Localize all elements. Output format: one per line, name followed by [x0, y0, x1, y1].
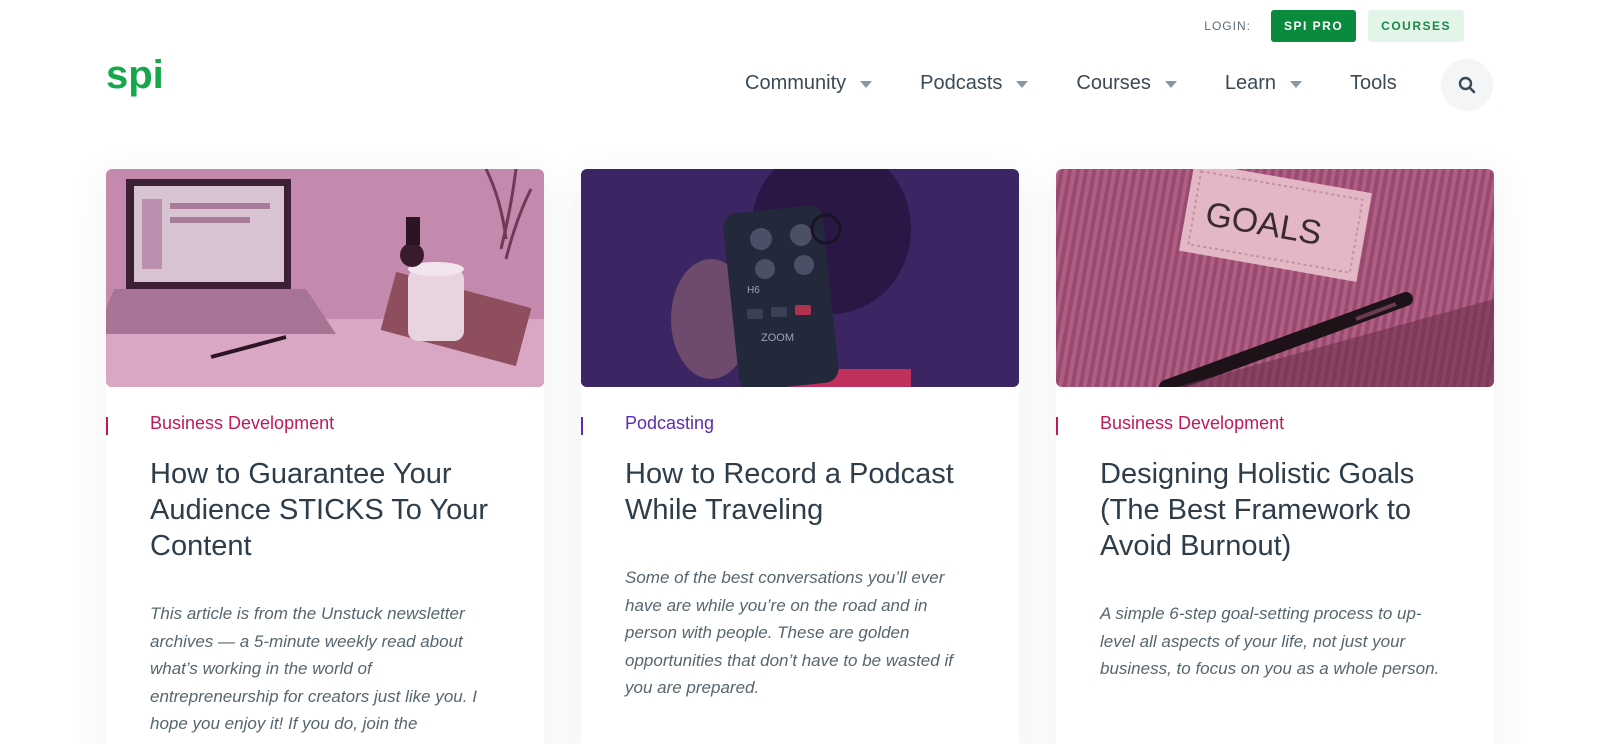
article-category[interactable]: Podcasting — [625, 413, 975, 434]
search-icon — [1458, 76, 1476, 94]
spi-pro-button[interactable]: SPI PRO — [1270, 10, 1357, 42]
chevron-down-icon — [1016, 81, 1029, 88]
nav-item-courses[interactable]: Courses — [1076, 72, 1177, 95]
article-excerpt: Some of the best conversations you’ll ev… — [625, 568, 953, 697]
nav-item-podcasts[interactable]: Podcasts — [920, 72, 1029, 95]
article-title[interactable]: How to Record a Podcast While Traveling — [625, 456, 975, 528]
article-category[interactable]: Business Development — [150, 413, 500, 434]
search-button[interactable] — [1441, 59, 1493, 111]
article-category[interactable]: Business Development — [1100, 413, 1450, 434]
nav-label: Podcasts — [920, 72, 1003, 94]
article-body: Business Development How to Guarantee Yo… — [106, 387, 544, 738]
nav-item-tools[interactable]: Tools — [1350, 72, 1397, 95]
svg-text:ZOOM: ZOOM — [761, 332, 794, 344]
article-excerpt: A simple 6-step goal-setting process to … — [1100, 604, 1440, 678]
nav-label: Courses — [1076, 72, 1151, 94]
chevron-down-icon — [1290, 81, 1303, 88]
article-title[interactable]: How to Guarantee Your Audience STICKS To… — [150, 456, 500, 564]
nav-label: Tools — [1350, 72, 1397, 94]
nav-item-community[interactable]: Community — [745, 72, 873, 95]
courses-button[interactable]: COURSES — [1368, 10, 1464, 42]
svg-text:spi: spi — [106, 53, 164, 97]
nav-item-learn[interactable]: Learn — [1224, 72, 1303, 95]
article-excerpt: This article is from the Unstuck newslet… — [150, 604, 477, 733]
chevron-down-icon — [1164, 81, 1177, 88]
category-marker — [106, 417, 108, 435]
svg-text:H6: H6 — [747, 285, 760, 296]
article-card[interactable]: GOALS Business Development Designing Hol… — [1056, 169, 1494, 744]
nav-label: Community — [745, 72, 847, 94]
laptop-desk-photo — [106, 169, 544, 387]
category-marker — [1056, 417, 1058, 435]
article-image[interactable]: GOALS — [1056, 169, 1494, 387]
article-title[interactable]: Designing Holistic Goals (The Best Frame… — [1100, 456, 1450, 564]
nav-label: Learn — [1224, 72, 1277, 94]
main-nav: Community Podcasts Courses Learn Tools — [745, 72, 1397, 95]
article-body: Podcasting How to Record a Podcast While… — [581, 387, 1019, 702]
article-image[interactable]: H6 ZOOM — [581, 169, 1019, 387]
article-body: Business Development Designing Holistic … — [1056, 387, 1494, 683]
article-grid: Business Development How to Guarantee Yo… — [106, 169, 1494, 744]
article-card[interactable]: H6 ZOOM Podcasting How to Record a Podca… — [581, 169, 1019, 744]
article-card[interactable]: Business Development How to Guarantee Yo… — [106, 169, 544, 744]
account-bar: LOGIN: SPI PRO COURSES — [1204, 10, 1464, 42]
chevron-down-icon — [860, 81, 873, 88]
article-image[interactable] — [106, 169, 544, 387]
spi-logo-mark: spi — [106, 53, 164, 97]
category-marker — [581, 417, 583, 435]
login-label: LOGIN: — [1204, 19, 1251, 33]
goals-photo: GOALS — [1159, 169, 1494, 387]
recorder-photo: H6 ZOOM — [581, 169, 1019, 387]
spi-logo[interactable]: spi — [106, 50, 170, 100]
